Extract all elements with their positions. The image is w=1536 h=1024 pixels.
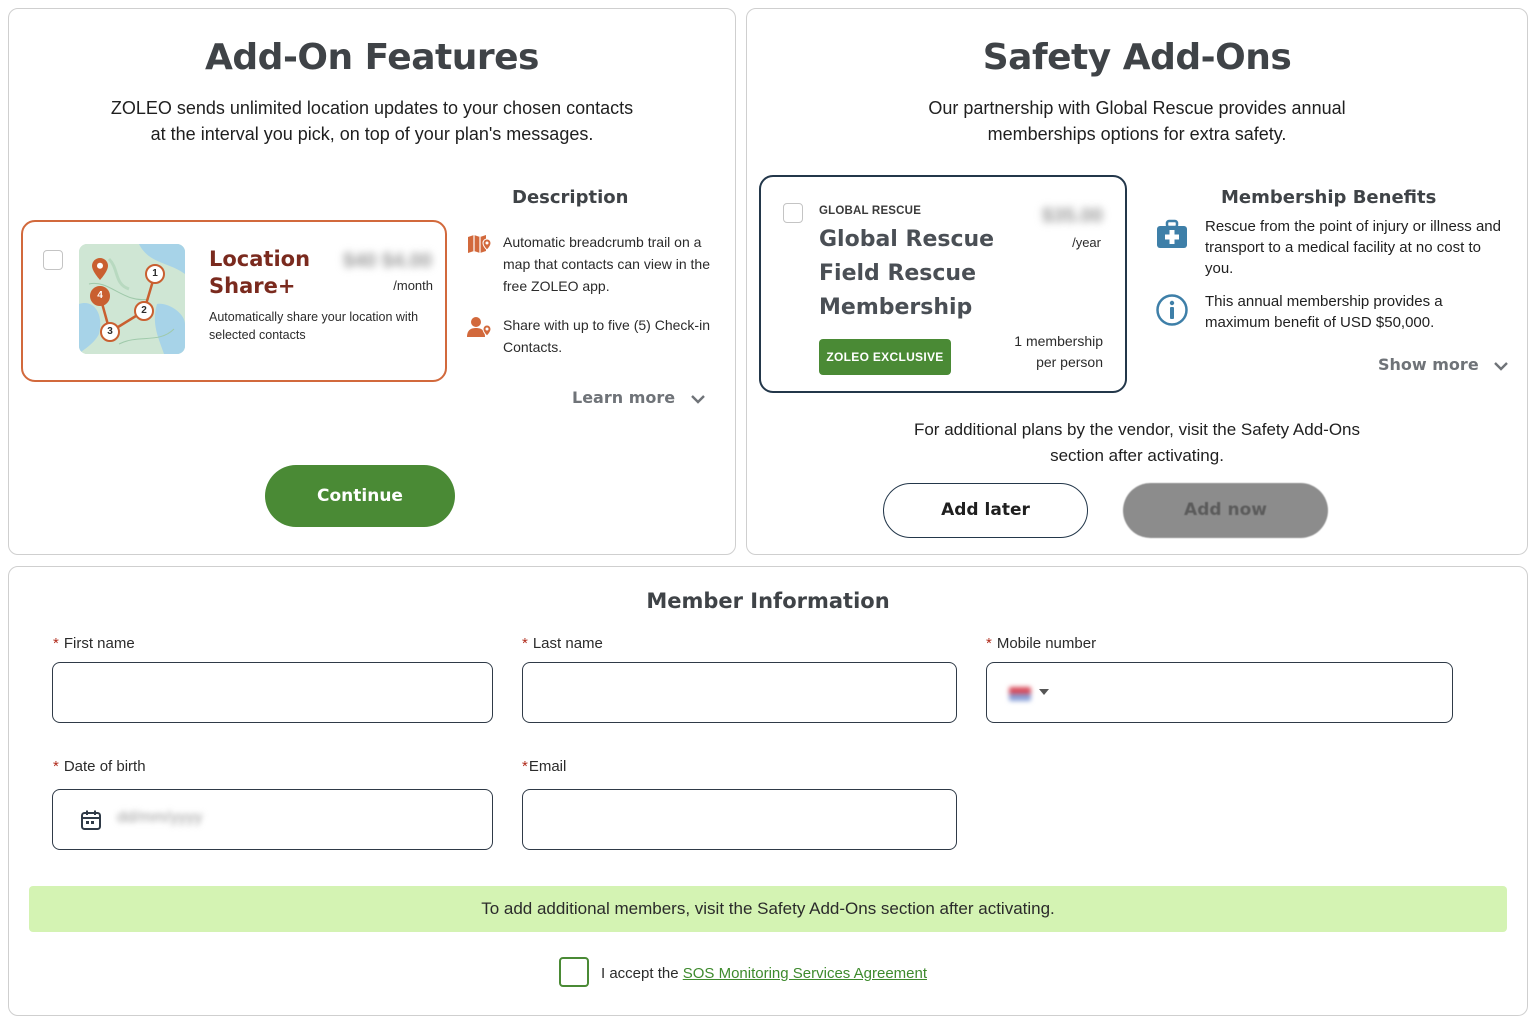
safety-add-ons-panel: Safety Add-Ons Our partnership with Glob… xyxy=(746,8,1528,555)
global-rescue-price: $35.00 xyxy=(1041,205,1103,227)
location-share-checkbox[interactable] xyxy=(43,250,63,270)
chevron-down-icon xyxy=(690,394,705,404)
chevron-down-icon xyxy=(1494,361,1509,371)
show-more-label: Show more xyxy=(1378,355,1479,374)
additional-line: For additional plans by the vendor, visi… xyxy=(913,420,1361,439)
caret-down-icon[interactable] xyxy=(1039,689,1049,695)
map-pin-marker-icon xyxy=(92,258,108,280)
location-map-thumbnail: 1 2 3 4 xyxy=(79,244,185,354)
add-later-button[interactable]: Add later xyxy=(883,483,1088,538)
membership-count: 1 membership per person xyxy=(1014,331,1103,373)
label-text: Last name xyxy=(532,635,603,652)
mobile-number-field[interactable] xyxy=(986,662,1453,723)
add-now-button[interactable]: Add now xyxy=(1123,483,1328,538)
email-label: *Email xyxy=(522,758,566,775)
first-name-label: * First name xyxy=(53,635,135,652)
lead-line: memberships options for extra safety. xyxy=(987,124,1287,144)
add-on-features-lead: ZOLEO sends unlimited location updates t… xyxy=(9,95,735,147)
location-share-price: $40 $4.00 xyxy=(343,250,432,272)
location-share-card[interactable]: 1 2 3 4 Location Share+ $40 $4.00 /month… xyxy=(21,220,447,382)
add-on-features-title: Add-On Features xyxy=(205,37,539,78)
location-share-description: Automatically share your location with s… xyxy=(209,310,419,342)
last-name-label: * Last name xyxy=(522,635,603,652)
benefit-rescue: Rescue from the point of injury or illne… xyxy=(1155,216,1505,282)
member-information-panel: Member Information * First name * Last nam… xyxy=(8,566,1528,1016)
feature-text: Share with up to five (5) Check-in Conta… xyxy=(503,317,710,355)
first-name-field[interactable] xyxy=(52,662,493,723)
continue-button[interactable]: Continue xyxy=(265,465,455,527)
lead-line: Our partnership with Global Rescue provi… xyxy=(928,98,1346,118)
zoleo-exclusive-badge: ZOLEO EXCLUSIVE xyxy=(819,339,951,375)
date-of-birth-field[interactable]: dd/mm/yyyy xyxy=(52,789,493,850)
global-rescue-card[interactable]: GLOBAL RESCUE Global Rescue Field Rescue… xyxy=(759,175,1127,393)
additional-members-notice: To add additional members, visit the Saf… xyxy=(29,886,1507,932)
mobile-number-label: * Mobile number xyxy=(986,635,1096,652)
first-aid-kit-icon xyxy=(1157,219,1187,248)
lead-line: ZOLEO sends unlimited location updates t… xyxy=(110,98,634,118)
feature-checkin-contacts: Share with up to five (5) Check-in Conta… xyxy=(467,314,729,360)
required-mark: * xyxy=(53,758,59,775)
title-line: Membership xyxy=(819,295,973,320)
global-rescue-checkbox[interactable] xyxy=(783,203,803,223)
member-information-title: Member Information xyxy=(646,589,890,613)
date-of-birth-placeholder: dd/mm/yyyy xyxy=(117,809,203,826)
required-mark: * xyxy=(986,635,992,652)
calendar-icon[interactable] xyxy=(79,808,103,832)
date-of-birth-label: * Date of birth xyxy=(53,758,146,775)
required-mark: * xyxy=(53,635,59,652)
additional-line: section after activating. xyxy=(1050,446,1224,465)
sos-agreement-link[interactable]: SOS Monitoring Services Agreement xyxy=(683,965,927,982)
label-text: First name xyxy=(63,635,135,652)
benefit-maximum: This annual membership provides a maximu… xyxy=(1155,291,1505,337)
description-heading: Description xyxy=(512,187,629,208)
add-on-features-panel: Add-On Features ZOLEO sends unlimited lo… xyxy=(8,8,736,555)
required-mark: * xyxy=(522,635,528,652)
label-text: Mobile number xyxy=(996,635,1097,652)
additional-plans-text: For additional plans by the vendor, visi… xyxy=(747,417,1527,469)
learn-more-label: Learn more xyxy=(572,388,676,407)
label-text: Date of birth xyxy=(63,758,146,775)
map-marker-3: 3 xyxy=(100,322,120,342)
global-rescue-title: Global Rescue Field Rescue Membership xyxy=(819,223,999,325)
map-marker-4: 4 xyxy=(90,286,110,306)
title-line: Share+ xyxy=(209,274,296,298)
safety-add-ons-title: Safety Add-Ons xyxy=(982,37,1292,78)
info-icon xyxy=(1156,294,1188,326)
agreement-text: I accept the SOS Monitoring Services Agr… xyxy=(601,965,927,982)
agreement-checkbox[interactable] xyxy=(559,957,589,987)
contact-location-icon xyxy=(467,317,492,337)
email-field[interactable] xyxy=(522,789,957,850)
title-line: Global Rescue xyxy=(819,227,995,252)
show-more-button[interactable]: Show more xyxy=(1378,355,1509,374)
global-rescue-brand: GLOBAL RESCUE xyxy=(819,205,922,217)
count-line: per person xyxy=(1036,354,1103,370)
learn-more-button[interactable]: Learn more xyxy=(572,388,705,407)
map-marker-2: 2 xyxy=(134,301,154,321)
safety-add-ons-lead: Our partnership with Global Rescue provi… xyxy=(747,95,1527,147)
last-name-field[interactable] xyxy=(522,662,957,723)
map-marker-1: 1 xyxy=(145,264,165,284)
feature-breadcrumb: Automatic breadcrumb trail on a map that… xyxy=(467,231,729,297)
count-line: 1 membership xyxy=(1014,333,1103,349)
benefit-text: Rescue from the point of injury or illne… xyxy=(1205,218,1501,277)
feature-text: Automatic breadcrumb trail on a map that… xyxy=(503,234,710,294)
location-share-title: Location Share+ xyxy=(209,246,310,300)
lead-line: at the interval you pick, on top of your… xyxy=(150,124,594,144)
country-flag-icon[interactable] xyxy=(1009,687,1031,701)
location-share-period: /month xyxy=(393,278,433,293)
global-rescue-period: /year xyxy=(1072,235,1101,250)
label-text: Email xyxy=(528,758,567,775)
required-mark: * xyxy=(522,758,528,775)
title-line: Location xyxy=(209,247,311,271)
benefit-text: This annual membership provides a maximu… xyxy=(1205,293,1443,331)
title-line: Field Rescue xyxy=(819,261,977,286)
map-pin-icon xyxy=(468,235,492,253)
agreement-prefix: I accept the xyxy=(601,965,679,982)
membership-benefits-heading: Membership Benefits xyxy=(1221,187,1437,208)
